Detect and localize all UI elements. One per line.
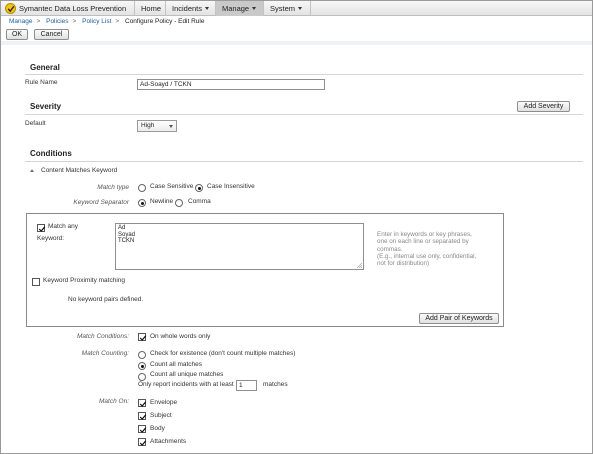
top-navigation-bar: Symantec Data Loss Prevention Home Incid… xyxy=(1,1,592,16)
breadcrumb-policy-list[interactable]: Policy List xyxy=(82,18,111,25)
case-insensitive-radio[interactable] xyxy=(195,184,203,192)
add-pair-of-keywords-button[interactable]: Add Pair of Keywords xyxy=(419,313,499,324)
chevron-down-icon xyxy=(205,7,210,10)
breadcrumb-manage[interactable]: Manage xyxy=(9,18,33,25)
check-existence-label: Check for existence (don't count multipl… xyxy=(150,350,296,357)
resize-grip-icon[interactable] xyxy=(357,263,362,268)
general-section-title: General xyxy=(30,63,60,72)
keyword-hint: Enter in keywords or key phrases, one on… xyxy=(377,231,477,268)
keyword-panel: Match any Keyword: Ad Soyad TCKN Enter i… xyxy=(26,213,504,327)
conditions-section-title: Conditions xyxy=(30,149,72,158)
collapse-icon[interactable] xyxy=(30,169,34,172)
chevron-down-icon xyxy=(169,125,173,128)
match-any-checkbox[interactable] xyxy=(37,224,46,232)
ok-button[interactable]: OK xyxy=(6,29,28,40)
match-any-label: Match any xyxy=(48,223,78,230)
match-conditions-label: Match Conditions: xyxy=(76,333,129,340)
default-severity-label: Default xyxy=(25,120,46,127)
breadcrumb: Manage > Policies > Policy List > Configure… xyxy=(9,18,205,25)
add-severity-button[interactable]: Add Severity xyxy=(517,101,570,112)
keyword-separator-label: Keyword Separator xyxy=(73,199,129,206)
whole-words-checkbox[interactable] xyxy=(138,333,147,341)
chevron-down-icon xyxy=(298,7,303,10)
newline-separator-radio[interactable] xyxy=(138,199,146,207)
match-counting-label: Match Counting: xyxy=(81,350,129,357)
match-on-label: Match On: xyxy=(99,398,129,405)
nav-system[interactable]: System xyxy=(263,1,311,16)
threshold-prefix-label: Only report incidents with at least xyxy=(138,381,234,388)
keyword-proximity-checkbox[interactable] xyxy=(32,278,40,286)
body-checkbox[interactable] xyxy=(138,425,147,433)
chevron-down-icon xyxy=(252,7,257,10)
divider xyxy=(25,114,583,115)
count-unique-matches-label: Count all unique matches xyxy=(150,371,224,378)
cancel-button[interactable]: Cancel xyxy=(34,29,69,40)
check-existence-radio[interactable] xyxy=(138,351,146,359)
keyword-line: TCKN xyxy=(118,238,135,244)
subject-label: Subject xyxy=(150,412,172,419)
divider xyxy=(25,161,583,162)
comma-separator-label: Comma xyxy=(188,198,211,205)
divider xyxy=(25,74,583,75)
nav-incidents[interactable]: Incidents xyxy=(165,1,215,16)
case-insensitive-label: Case Insensitive xyxy=(207,183,255,190)
count-all-matches-label: Count all matches xyxy=(150,361,203,368)
case-sensitive-radio[interactable] xyxy=(138,184,146,192)
symantec-logo-icon xyxy=(5,3,16,14)
count-all-matches-radio[interactable] xyxy=(138,362,146,370)
nav-manage[interactable]: Manage xyxy=(215,1,263,16)
comma-separator-radio[interactable] xyxy=(175,199,183,207)
breadcrumb-current: Configure Policy - Edit Rule xyxy=(125,18,205,25)
threshold-suffix-label: matches xyxy=(263,381,288,388)
keyword-proximity-label: Keyword Proximity matching xyxy=(43,277,125,284)
body-label: Body xyxy=(150,425,165,432)
divider xyxy=(1,41,592,45)
default-severity-select[interactable]: High xyxy=(137,120,177,132)
keyword-textarea[interactable]: Ad Soyad TCKN xyxy=(115,223,364,270)
condition-name: Content Matches Keyword xyxy=(41,167,118,174)
threshold-input[interactable]: 1 xyxy=(236,380,257,391)
whole-words-label: On whole words only xyxy=(150,333,211,340)
no-keyword-pairs-text: No keyword pairs defined. xyxy=(68,296,144,303)
subject-checkbox[interactable] xyxy=(138,412,147,420)
attachments-label: Attachments xyxy=(150,438,187,445)
newline-separator-label: Newline xyxy=(150,198,174,205)
keyword-label: Keyword: xyxy=(37,235,65,242)
match-type-label: Match type xyxy=(97,184,129,191)
breadcrumb-policies[interactable]: Policies xyxy=(46,18,68,25)
count-unique-matches-radio[interactable] xyxy=(138,373,146,381)
envelope-label: Envelope xyxy=(150,399,178,406)
case-sensitive-label: Case Sensitive xyxy=(150,183,194,190)
app-brand: Symantec Data Loss Prevention xyxy=(19,4,127,13)
nav-home[interactable]: Home xyxy=(134,1,167,16)
attachments-checkbox[interactable] xyxy=(138,438,147,446)
severity-section-title: Severity xyxy=(30,102,62,111)
envelope-checkbox[interactable] xyxy=(138,399,147,407)
rule-name-input[interactable]: Ad-Soayd / TCKN xyxy=(137,79,325,90)
rule-name-label: Rule Name xyxy=(25,79,58,86)
